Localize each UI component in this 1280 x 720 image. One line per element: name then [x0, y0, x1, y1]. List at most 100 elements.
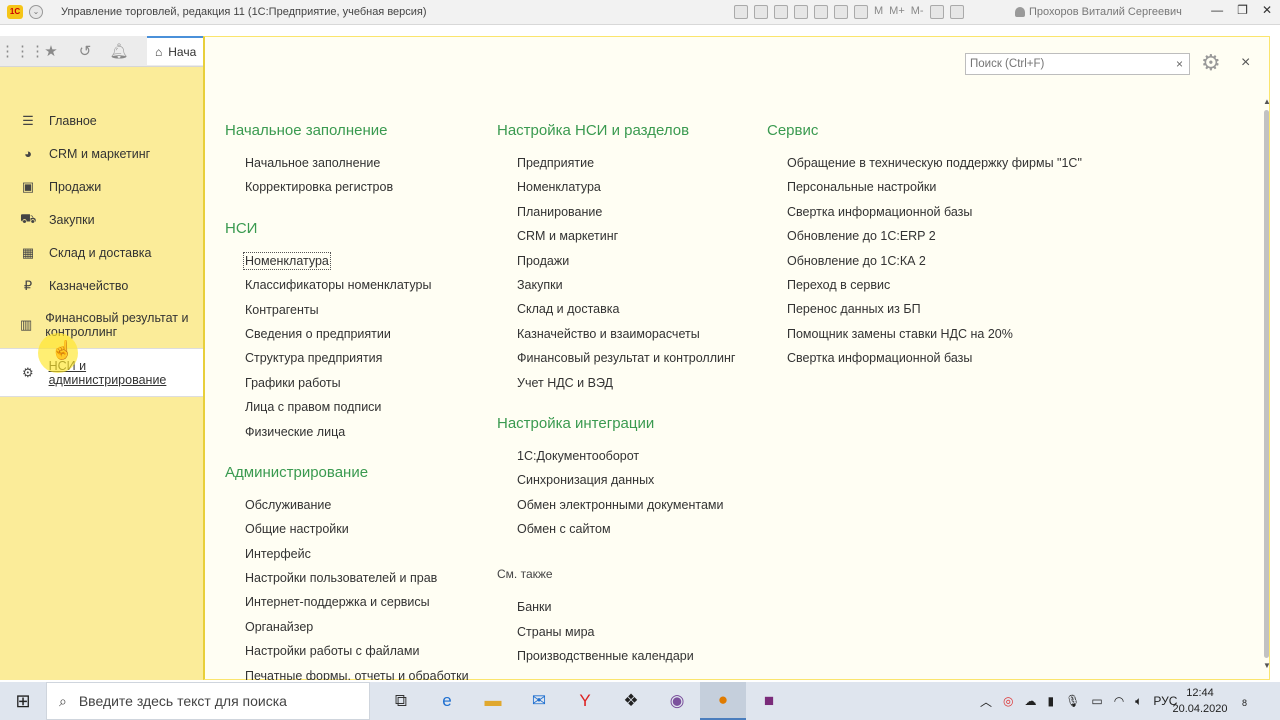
- link-transfer-bp[interactable]: Перенос данных из БП: [767, 297, 1082, 321]
- wifi-icon[interactable]: ◠: [1114, 694, 1124, 708]
- save-icon[interactable]: [734, 5, 748, 19]
- volume-icon[interactable]: 🔈︎: [1135, 694, 1142, 709]
- link-setup-sales[interactable]: Продажи: [497, 249, 735, 273]
- sidebar-item-financial-result[interactable]: ▥ Финансовый результат и контроллинг: [0, 302, 203, 348]
- scroll-thumb[interactable]: [1264, 110, 1269, 658]
- link-vat-rate-assistant[interactable]: Помощник замены ставки НДС на 20%: [767, 322, 1082, 346]
- edge-icon[interactable]: e: [424, 682, 470, 720]
- video-app-icon[interactable]: ■: [746, 682, 792, 720]
- maximize-button[interactable]: ❐: [1237, 3, 1248, 17]
- sidebar-item-warehouse[interactable]: ▦ Склад и доставка: [0, 236, 203, 269]
- preview-icon[interactable]: [774, 5, 788, 19]
- yandex-browser-icon[interactable]: Y: [562, 682, 608, 720]
- copy-icon[interactable]: [794, 5, 808, 19]
- app-1c-icon[interactable]: ●: [700, 682, 746, 720]
- link-print-forms[interactable]: Печатные формы, отчеты и обработки: [225, 664, 469, 680]
- link-register-adjustment[interactable]: Корректировка регистров: [225, 175, 469, 199]
- chevron-up-icon[interactable]: ︿: [980, 693, 992, 710]
- link-update-ka[interactable]: Обновление до 1С:КА 2: [767, 249, 1082, 273]
- link-update-erp[interactable]: Обновление до 1С:ERP 2: [767, 224, 1082, 248]
- sidebar-item-purchases[interactable]: ⛟ Закупки: [0, 203, 203, 236]
- link-general-settings[interactable]: Общие настройки: [225, 517, 469, 541]
- memory-plus-button[interactable]: M+: [889, 5, 905, 19]
- vertical-scrollbar[interactable]: ▲ ▼: [1261, 97, 1271, 675]
- notifications-icon[interactable]: 8: [1242, 693, 1247, 709]
- link-countries[interactable]: Страны мира: [497, 620, 735, 644]
- taskbar-search[interactable]: ⌕ Введите здесь текст для поиска: [46, 682, 370, 720]
- tab-home-page[interactable]: ⌂ Нача: [147, 36, 203, 65]
- sidebar-item-nsi-admin[interactable]: ⚙ НСИ и администрирование: [0, 348, 203, 397]
- link-docflow[interactable]: 1С:Документооборот: [497, 444, 735, 468]
- link-company-info[interactable]: Сведения о предприятии: [225, 322, 469, 346]
- apps-icon[interactable]: ⋮⋮⋮: [0, 42, 45, 60]
- link-counterparties[interactable]: Контрагенты: [225, 298, 469, 322]
- link-work-schedules[interactable]: Графики работы: [225, 371, 469, 395]
- link-banks[interactable]: Банки: [497, 595, 735, 619]
- cloud-icon[interactable]: ☁: [1025, 694, 1037, 708]
- link-classifiers[interactable]: Классификаторы номенклатуры: [225, 273, 469, 297]
- link-db-collapse-2[interactable]: Свертка информационной базы: [767, 346, 1082, 370]
- system-clock[interactable]: 12:44 20.04.2020: [1168, 685, 1232, 717]
- link-user-rights[interactable]: Настройки пользователей и прав: [225, 566, 469, 590]
- sidebar-item-crm[interactable]: ◕ CRM и маркетинг: [0, 137, 203, 170]
- viber-icon[interactable]: ◉: [654, 682, 700, 720]
- link-planning[interactable]: Планирование: [497, 200, 735, 224]
- settings-gear-icon[interactable]: ⚙: [1201, 50, 1221, 76]
- main-menu-icon[interactable]: ⌄: [29, 5, 43, 19]
- history-icon[interactable]: ↺: [68, 42, 102, 60]
- antivirus-icon[interactable]: ◎: [1003, 694, 1013, 708]
- display-icon[interactable]: ▭: [1091, 694, 1102, 708]
- scroll-up-icon[interactable]: ▲: [1263, 97, 1271, 106]
- close-icon[interactable]: ×: [1241, 54, 1250, 72]
- link-setup-warehouse[interactable]: Склад и доставка: [497, 297, 735, 321]
- file-explorer-icon[interactable]: ▬: [470, 682, 516, 720]
- memory-button[interactable]: M: [874, 5, 883, 19]
- link-organizer[interactable]: Органайзер: [225, 615, 469, 639]
- link-setup-purchases[interactable]: Закупки: [497, 273, 735, 297]
- link-production-calendars[interactable]: Производственные календари: [497, 644, 735, 668]
- search-input[interactable]: [965, 53, 1171, 75]
- mail-icon[interactable]: ✉: [516, 682, 562, 720]
- link-personal-settings[interactable]: Персональные настройки: [767, 175, 1082, 199]
- link-db-collapse[interactable]: Свертка информационной базы: [767, 200, 1082, 224]
- current-user[interactable]: Прохоров Виталий Сергеевич: [1015, 6, 1182, 18]
- bell-icon[interactable]: 🔔︎: [102, 42, 136, 60]
- link-data-sync[interactable]: Синхронизация данных: [497, 468, 735, 492]
- link-interface[interactable]: Интерфейс: [225, 542, 469, 566]
- link-setup-treasury[interactable]: Казначейство и взаиморасчеты: [497, 322, 735, 346]
- link-site-exchange[interactable]: Обмен с сайтом: [497, 517, 735, 541]
- link-maintenance[interactable]: Обслуживание: [225, 493, 469, 517]
- link-initial-filling[interactable]: Начальное заполнение: [225, 151, 469, 175]
- zoom-icon[interactable]: [929, 5, 944, 19]
- link-setup-financial[interactable]: Финансовый результат и контроллинг: [497, 346, 735, 370]
- link-move-to-service[interactable]: Переход в сервис: [767, 273, 1082, 297]
- task-view-icon[interactable]: ⧉: [378, 682, 424, 720]
- memory-minus-button[interactable]: M-: [911, 5, 924, 19]
- link-enterprise[interactable]: Предприятие: [497, 151, 735, 175]
- close-window-button[interactable]: ✕: [1262, 3, 1272, 17]
- print-icon[interactable]: [754, 5, 768, 19]
- link-file-settings[interactable]: Настройки работы с файлами: [225, 639, 469, 663]
- scroll-down-icon[interactable]: ▼: [1263, 661, 1271, 670]
- link-online-support[interactable]: Интернет-поддержка и сервисы: [225, 590, 469, 614]
- star-icon[interactable]: ★: [34, 42, 68, 60]
- link-setup-crm[interactable]: CRM и маркетинг: [497, 224, 735, 248]
- calendar-icon[interactable]: [854, 5, 868, 19]
- link-company-structure[interactable]: Структура предприятия: [225, 346, 469, 370]
- battery-icon[interactable]: ▮: [1048, 694, 1055, 708]
- sidebar-item-sales[interactable]: ▣ Продажи: [0, 170, 203, 203]
- fullscreen-icon[interactable]: [949, 5, 964, 19]
- dropbox-icon[interactable]: ❖: [608, 682, 654, 720]
- paste-icon[interactable]: [814, 5, 828, 19]
- microphone-icon[interactable]: 🎙︎: [1065, 694, 1080, 708]
- link-signatories[interactable]: Лица с правом подписи: [225, 395, 469, 419]
- link-tech-support[interactable]: Обращение в техническую поддержку фирмы …: [767, 151, 1082, 175]
- clear-search-icon[interactable]: ×: [1170, 53, 1190, 75]
- sidebar-item-main[interactable]: ☰ Главное: [0, 104, 203, 137]
- windows-start-icon[interactable]: ⊞: [0, 691, 46, 712]
- link-vat-fea[interactable]: Учет НДС и ВЭД: [497, 371, 735, 395]
- link-nomenclature[interactable]: Номенклатура: [225, 249, 469, 273]
- minimize-button[interactable]: —: [1211, 3, 1223, 17]
- sidebar-item-treasury[interactable]: ₽ Казначейство: [0, 269, 203, 302]
- link-setup-nomenclature[interactable]: Номенклатура: [497, 175, 735, 199]
